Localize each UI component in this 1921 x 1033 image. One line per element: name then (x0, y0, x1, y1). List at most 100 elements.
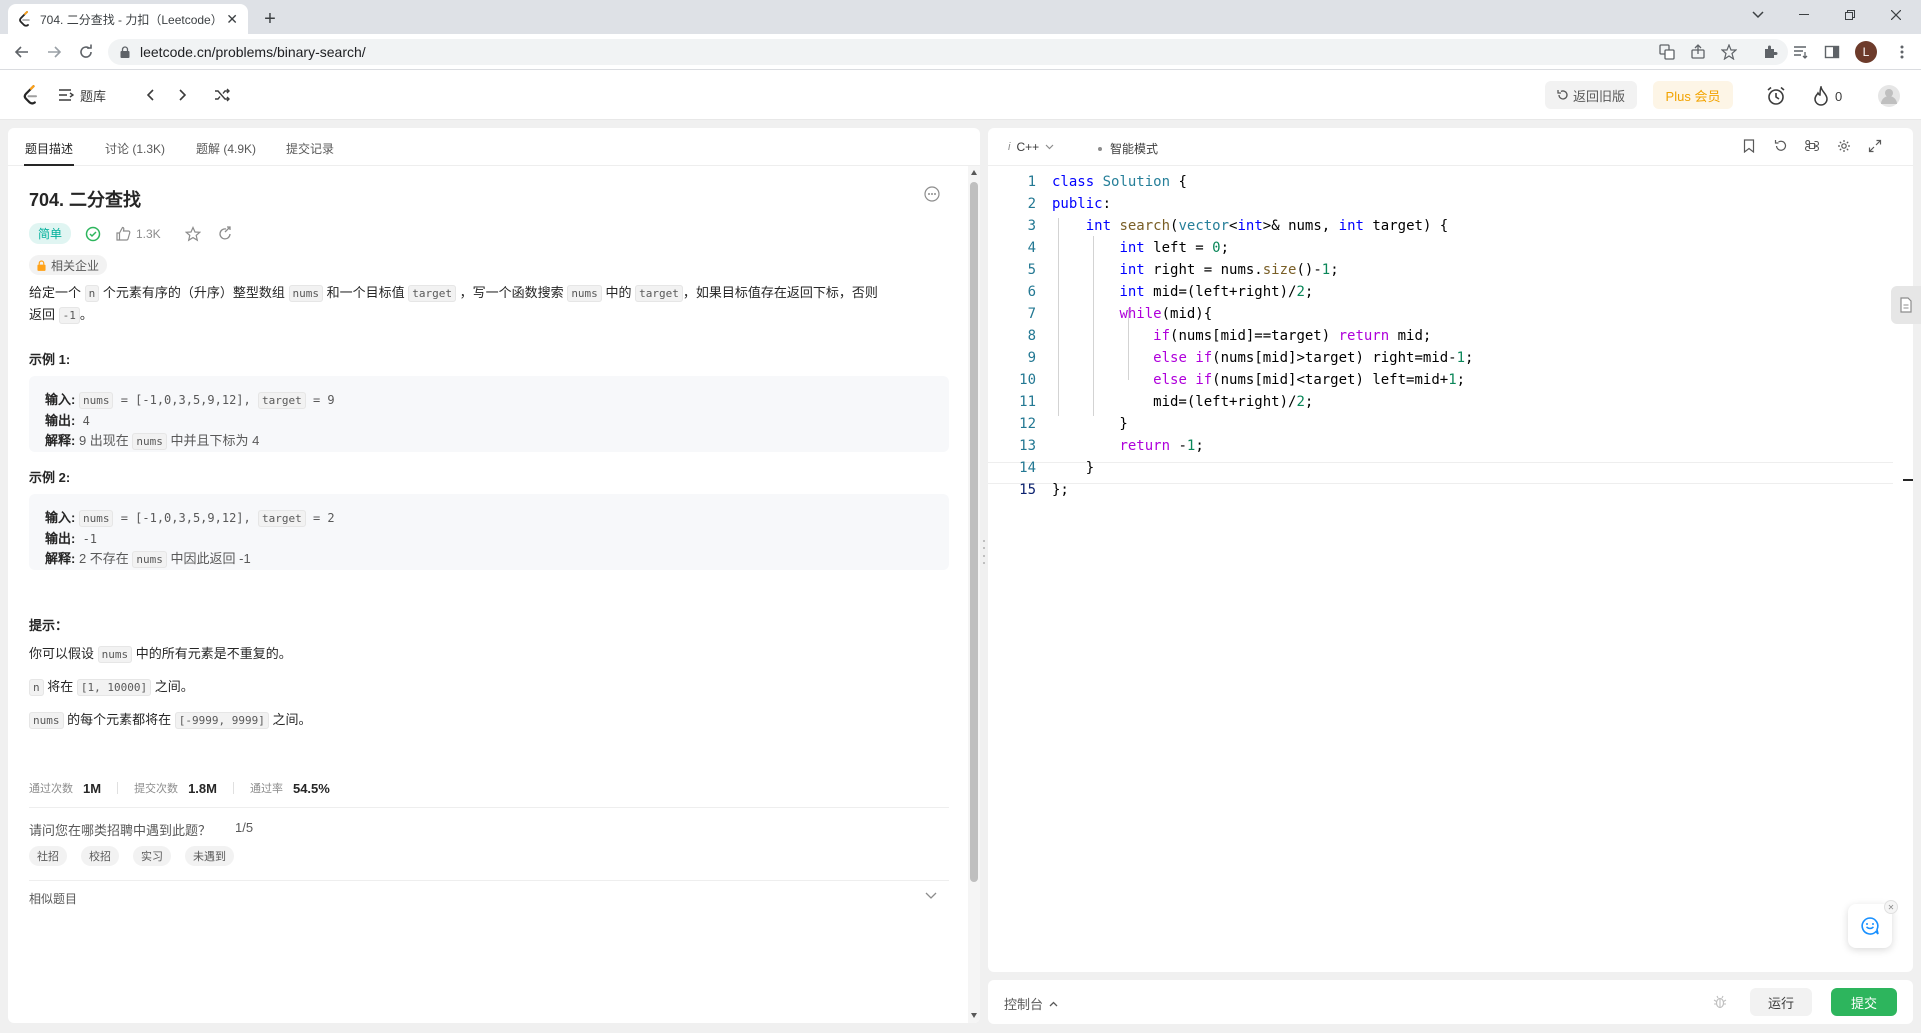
return-old-version-button[interactable]: 返回旧版 (1545, 81, 1637, 109)
inline-code: nums (567, 285, 602, 302)
leetcode-logo[interactable] (20, 84, 42, 106)
streak-counter[interactable]: 0 (1813, 84, 1842, 108)
back-button[interactable] (10, 40, 34, 64)
notes-side-tab[interactable] (1891, 286, 1921, 324)
settings-gear-icon[interactable] (1837, 139, 1851, 153)
example-2-box: 输入: nums = [-1,0,3,5,9,12], target = 2 输… (29, 494, 949, 570)
like-button[interactable]: 1.3K (115, 226, 161, 242)
hint-text: 之间。 (272, 712, 312, 727)
code-line: 5 int right = nums.size()-1; (988, 262, 1893, 284)
browser-tab[interactable]: 704. 二分查找 - 力扣（Leetcode） ✕ (8, 4, 248, 34)
code-line: 3 int search(vector<int>& nums, int targ… (988, 218, 1893, 240)
input-label: 输入: (45, 392, 76, 407)
example-explanation: 中因此返回 -1 (166, 551, 251, 566)
problem-scrollbar[interactable] (968, 166, 980, 1023)
browser-menu-icon[interactable] (1890, 40, 1914, 64)
reading-list-icon[interactable] (1789, 40, 1813, 64)
extensions-icon[interactable] (1758, 40, 1782, 64)
scrollbar-thumb[interactable] (970, 182, 978, 882)
bookmark-icon[interactable] (1743, 139, 1755, 153)
bookmark-star-icon[interactable] (1717, 40, 1741, 64)
profile-avatar[interactable]: L (1854, 40, 1878, 64)
accepted-label: 通过次数 (29, 783, 73, 795)
share-icon[interactable] (1686, 40, 1710, 64)
scroll-up-icon[interactable] (971, 170, 977, 175)
minimize-window-icon[interactable] (1781, 0, 1827, 30)
shuffle-icon (215, 88, 230, 102)
tab-solutions[interactable]: 题解 (4.9K) (196, 140, 256, 157)
tab-description[interactable]: 题目描述 (25, 140, 73, 157)
scroll-position-marker (1903, 479, 1913, 481)
reset-code-icon[interactable] (1774, 139, 1788, 153)
share-icon[interactable] (217, 225, 233, 242)
tab-search-icon[interactable] (1735, 0, 1781, 30)
inline-code: nums (78, 510, 114, 527)
line-number: 8 (1027, 328, 1036, 344)
submit-button[interactable]: 提交 (1831, 988, 1897, 1016)
scroll-down-icon[interactable] (971, 1013, 977, 1018)
related-companies-button[interactable]: 相关企业 (29, 255, 108, 275)
alarm-clock-icon[interactable] (1764, 84, 1788, 108)
desc-text: 中的 (605, 285, 632, 300)
code-line: 8 if(nums[mid]==target) return mid; (988, 328, 1893, 350)
chip-campus-hiring[interactable]: 校招 (81, 846, 119, 866)
info-icon: i (1008, 141, 1011, 153)
similar-problems-label[interactable]: 相似题目 (29, 890, 77, 907)
close-window-icon[interactable] (1873, 0, 1919, 30)
panel-resizer[interactable] (982, 540, 986, 564)
tab-discussion[interactable]: 讨论 (1.3K) (105, 140, 165, 157)
url-input[interactable]: leetcode.cn/problems/binary-search/ (108, 39, 1788, 65)
output-label: 输出: (45, 413, 76, 428)
code-line: 4 int left = 0; (988, 240, 1893, 262)
problem-stats: 通过次数 1M 提交次数 1.8M 通过率 54.5% (29, 780, 330, 796)
keyboard-shortcut-icon[interactable] (1805, 139, 1819, 153)
example-output: 4 (75, 414, 90, 428)
random-problem-button[interactable] (211, 84, 233, 106)
user-avatar[interactable] (1876, 83, 1902, 109)
close-feedback-icon[interactable]: ✕ (1884, 900, 1898, 914)
hint-3: nums 的每个元素都将在 [-9999, 9999] 之间。 (29, 709, 949, 731)
close-tab-icon[interactable]: ✕ (226, 11, 238, 28)
side-panel-icon[interactable] (1820, 40, 1844, 64)
smart-mode-toggle[interactable]: 智能模式 (1098, 140, 1158, 157)
code-line: 6 int mid=(left+right)/2; (988, 284, 1893, 306)
code-area[interactable]: 1 class Solution { 2 public: 3 int search(… (988, 174, 1893, 954)
language-select[interactable]: i C++ (1008, 140, 1054, 154)
code-line: 14 } (988, 460, 1893, 482)
line-number: 2 (1027, 196, 1036, 212)
plus-member-button[interactable]: Plus 会员 (1653, 81, 1733, 109)
code-line: 9 else if(nums[mid]>target) right=mid-1; (988, 350, 1893, 372)
chip-internship[interactable]: 实习 (133, 846, 171, 866)
run-button[interactable]: 运行 (1750, 988, 1812, 1016)
line-number: 11 (1019, 394, 1036, 410)
new-tab-button[interactable]: + (258, 7, 282, 31)
reload-button[interactable] (74, 40, 98, 64)
flame-icon (1814, 86, 1828, 106)
tab-submissions[interactable]: 提交记录 (286, 140, 334, 157)
explain-label: 解释: (45, 433, 76, 448)
favorite-star-icon[interactable] (184, 225, 201, 242)
console-bar: 控制台 运行 提交 (988, 980, 1913, 1024)
inline-code: nums (97, 646, 133, 663)
problem-panel: 题目描述 讨论 (1.3K) 题解 (4.9K) 提交记录 704. 二分查找 … (8, 128, 980, 1023)
streak-count: 0 (1835, 88, 1843, 104)
divider (117, 782, 119, 794)
hint-1: 你可以假设 nums 中的所有元素是不重复的。 (29, 643, 949, 665)
next-problem-button[interactable] (171, 84, 193, 106)
chip-not-encountered[interactable]: 未遇到 (185, 846, 234, 866)
more-options-icon[interactable] (924, 186, 940, 202)
prev-problem-button[interactable] (140, 84, 162, 106)
hints-heading: 提示： (29, 618, 69, 633)
acceptance-rate: 54.5% (292, 780, 330, 796)
desc-text: ，如果目标值存在返回下标，否则 (682, 285, 878, 300)
debug-bug-icon[interactable] (1713, 995, 1727, 1009)
problem-bank-button[interactable]: 题库 (58, 85, 106, 105)
chip-social-hiring[interactable]: 社招 (29, 846, 67, 866)
restore-window-icon[interactable] (1827, 0, 1873, 30)
translate-icon[interactable] (1655, 40, 1679, 64)
forward-button[interactable] (42, 40, 66, 64)
fullscreen-icon[interactable] (1868, 139, 1882, 153)
console-toggle[interactable]: 控制台 (1004, 994, 1058, 1013)
chevron-down-icon[interactable] (925, 892, 937, 900)
example-1-box: 输入: nums = [-1,0,3,5,9,12], target = 9 输… (29, 376, 949, 452)
